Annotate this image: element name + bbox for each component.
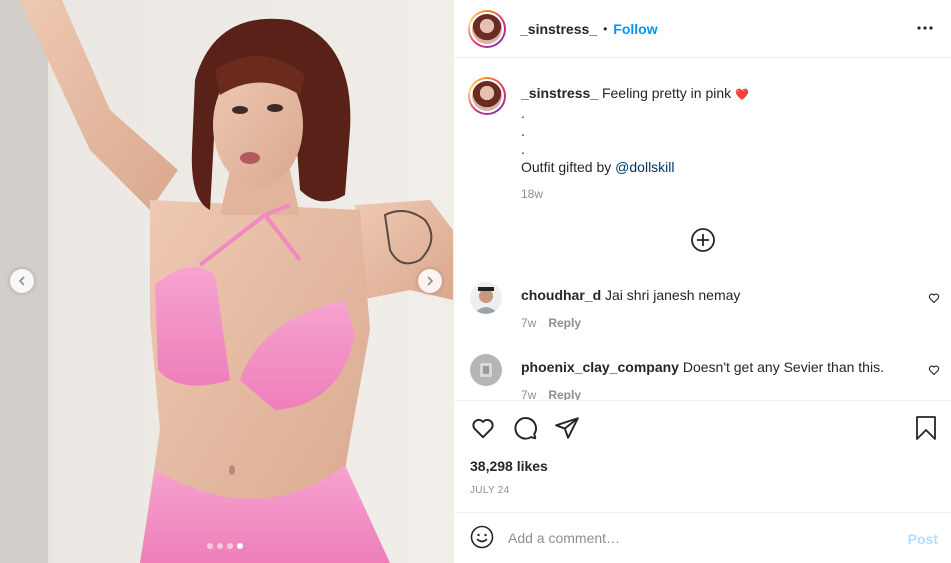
post-photo[interactable] xyxy=(0,0,453,563)
carousel-dot xyxy=(217,543,223,549)
reply-button[interactable]: Reply xyxy=(548,388,581,400)
comment-username[interactable]: phoenix_clay_company xyxy=(521,359,679,375)
separator-dot: • xyxy=(603,21,608,36)
more-horizontal-icon xyxy=(917,26,933,30)
add-comment-bar: Post xyxy=(454,512,951,563)
carousel-indicator xyxy=(207,543,243,549)
chevron-right-icon xyxy=(427,276,434,286)
post-header: _sinstress_ • Follow xyxy=(454,0,951,58)
caption-username[interactable]: _sinstress_ xyxy=(521,85,598,101)
comment-text: Doesn't get any Sevier than this. xyxy=(682,359,884,375)
comment-input[interactable] xyxy=(508,530,888,546)
comments-list[interactable]: choudhar_d Jai shri janesh nemay 7w Repl… xyxy=(454,270,951,400)
caption-dot: . xyxy=(521,105,525,121)
mention-link[interactable]: @dollskill xyxy=(615,159,674,175)
header-username[interactable]: _sinstress_ xyxy=(520,21,597,37)
chevron-left-icon xyxy=(18,276,25,286)
avatar-image xyxy=(470,282,502,314)
comment-time[interactable]: 7w xyxy=(521,316,536,330)
avatar[interactable] xyxy=(470,282,502,314)
bookmark-icon xyxy=(916,416,936,440)
likes-count[interactable]: 38,298 likes xyxy=(470,458,548,474)
caption-timestamp[interactable]: 18w xyxy=(521,187,543,201)
plus-circle-icon xyxy=(691,228,715,252)
comment-username[interactable]: choudhar_d xyxy=(521,287,601,303)
post-actions: 38,298 likes JULY 24 xyxy=(454,400,951,512)
photo-illustration xyxy=(0,0,453,563)
post-date[interactable]: JULY 24 xyxy=(470,485,510,496)
comment-bubble-icon xyxy=(514,417,537,440)
smiley-icon xyxy=(470,525,494,548)
heart-outline-icon xyxy=(928,365,940,376)
heart-icon xyxy=(472,418,494,439)
load-more-comments-button[interactable] xyxy=(690,227,716,256)
like-button[interactable] xyxy=(470,415,496,444)
post-comment-button[interactable]: Post xyxy=(908,531,938,547)
share-button[interactable] xyxy=(554,415,580,444)
caption-dot: . xyxy=(521,141,525,157)
comment-like-button[interactable] xyxy=(928,363,940,379)
more-options-button[interactable] xyxy=(917,18,933,41)
follow-button[interactable]: Follow xyxy=(613,21,657,37)
avatar xyxy=(472,81,502,111)
reply-button[interactable]: Reply xyxy=(548,316,581,330)
post-panel: _sinstress_ • Follow _sinstress_ Feeling… xyxy=(453,0,951,563)
caption-avatar[interactable] xyxy=(468,77,506,115)
story-avatar[interactable] xyxy=(468,9,506,48)
gift-text: Outfit gifted by xyxy=(521,159,612,175)
heart-outline-icon xyxy=(928,293,940,304)
caption-text: _sinstress_ Feeling pretty in pink ❤️ . … xyxy=(521,84,931,176)
avatar-image xyxy=(470,354,502,386)
carousel-dot xyxy=(227,543,233,549)
avatar[interactable] xyxy=(470,354,502,386)
avatar xyxy=(472,13,502,44)
next-slide-button[interactable] xyxy=(418,269,442,293)
caption-body: Feeling pretty in pink xyxy=(601,85,732,101)
carousel-dot xyxy=(207,543,213,549)
save-button[interactable] xyxy=(914,415,938,444)
comment-button[interactable] xyxy=(512,415,538,444)
paper-plane-icon xyxy=(555,417,579,439)
previous-slide-button[interactable] xyxy=(10,269,34,293)
comment-time[interactable]: 7w xyxy=(521,388,536,400)
comment-like-button[interactable] xyxy=(928,291,940,307)
heart-emoji: ❤️ xyxy=(735,89,749,101)
comment-text: Jai shri janesh nemay xyxy=(605,287,741,303)
emoji-button[interactable] xyxy=(470,525,494,552)
carousel-dot-active xyxy=(237,543,243,549)
caption-dot: . xyxy=(521,123,525,139)
